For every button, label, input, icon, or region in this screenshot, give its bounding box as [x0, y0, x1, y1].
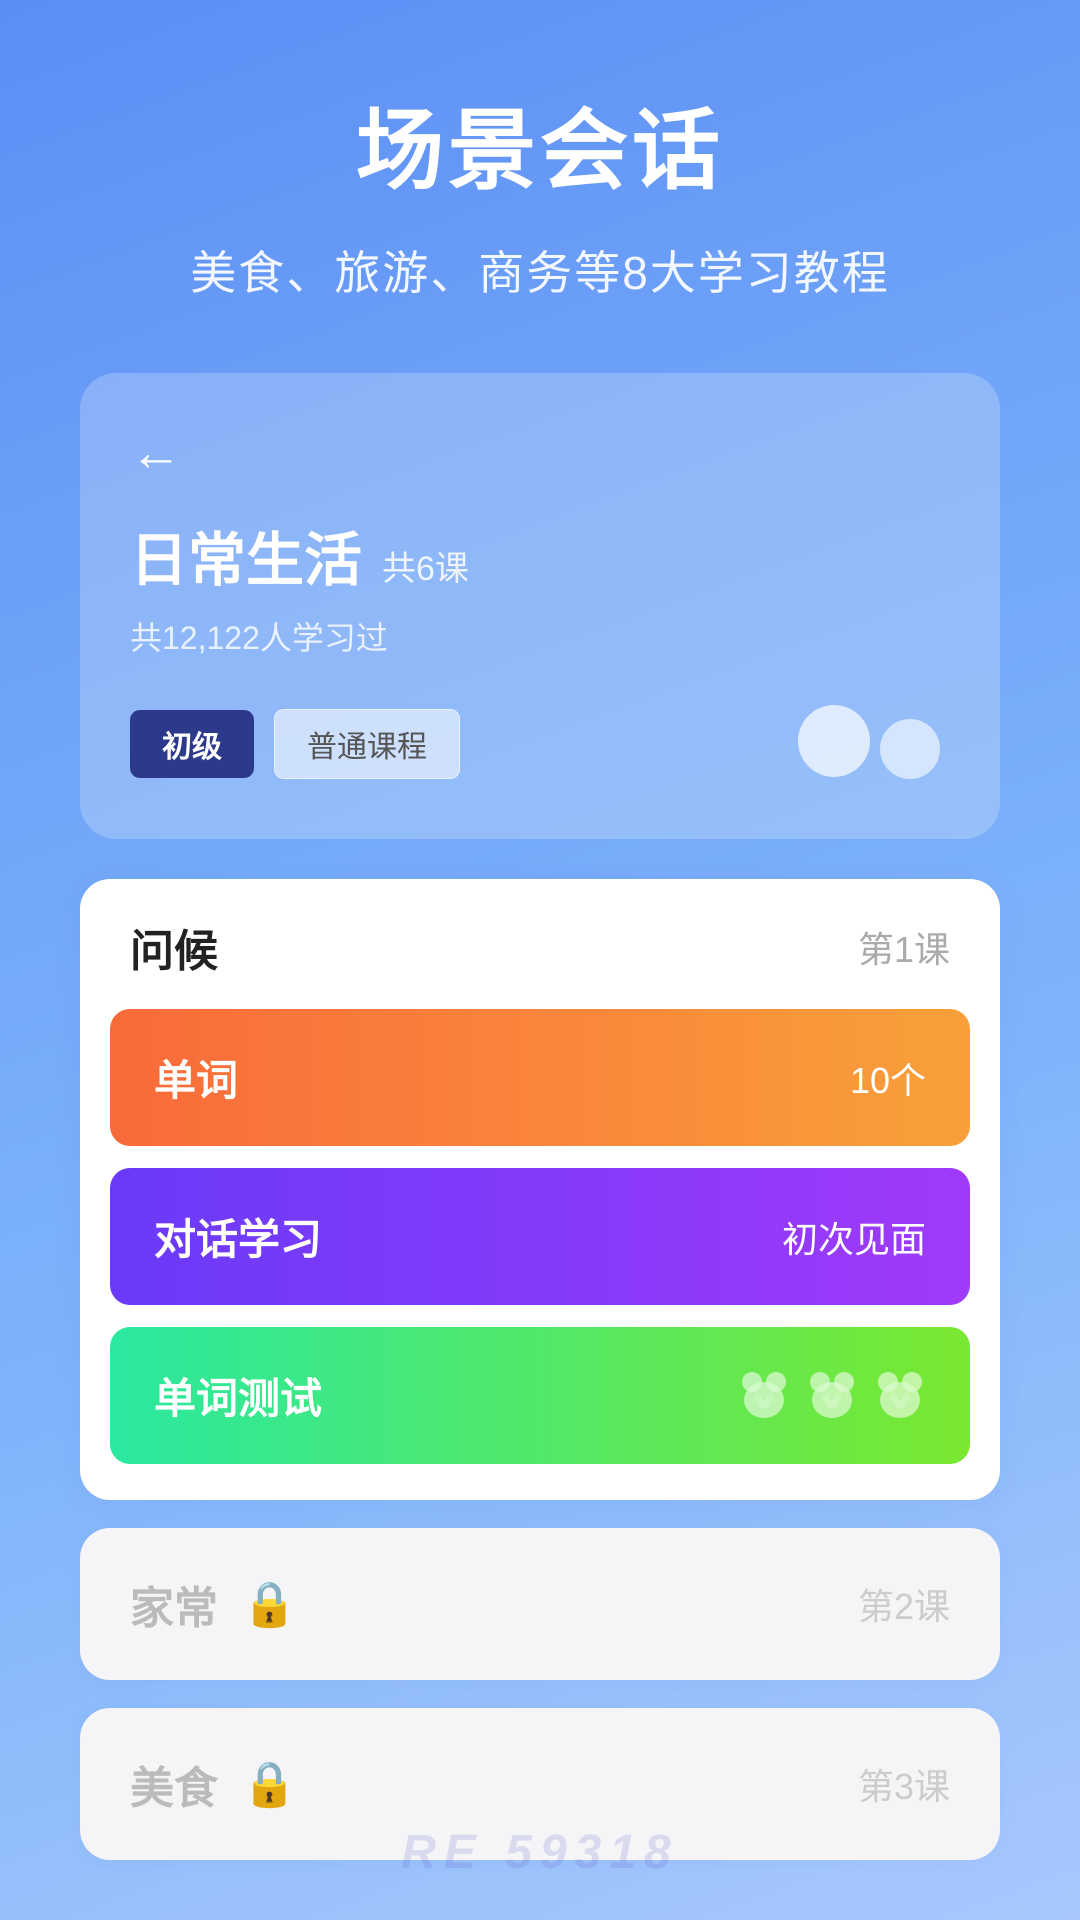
lesson-2-title: 家常: [130, 1572, 218, 1636]
header: 场景会话 美食、旅游、商务等8大学习教程: [0, 0, 1080, 323]
avatar-decoration: [798, 705, 940, 779]
course-info-card: ← 日常生活 共6课 共12,122人学习过 初级 普通课程: [80, 373, 1000, 839]
lesson-1-title: 问候: [130, 915, 218, 979]
course-name: 日常生活: [130, 513, 362, 597]
bear-icon-3: [874, 1370, 926, 1422]
lesson-card-2[interactable]: 家常 🔒 第2课: [80, 1528, 1000, 1680]
avatar-circle-1: [798, 705, 870, 777]
lesson-3-left: 美食 🔒: [130, 1752, 297, 1816]
lesson-card-1: 问候 第1课 单词 10个 对话学习 初次见面 单词测试: [80, 879, 1000, 1500]
course-title-row: 日常生活 共6课: [130, 513, 950, 597]
lesson-1-vocab-item[interactable]: 单词 10个: [110, 1009, 970, 1146]
dialogue-value: 初次见面: [782, 1211, 926, 1263]
page-wrapper: 场景会话 美食、旅游、商务等8大学习教程 ← 日常生活 共6课 共12,122人…: [0, 0, 1080, 1920]
lesson-card-3[interactable]: 美食 🔒 第3课: [80, 1708, 1000, 1860]
lesson-1-dialogue-item[interactable]: 对话学习 初次见面: [110, 1168, 970, 1305]
course-learners: 共12,122人学习过: [130, 613, 950, 659]
lesson-1-header: 问候 第1课: [80, 879, 1000, 1009]
vocab-label: 单词: [154, 1047, 238, 1108]
lesson-3-title: 美食: [130, 1752, 218, 1816]
lesson-1-items: 单词 10个 对话学习 初次见面 单词测试: [80, 1009, 1000, 1500]
vocab-value: 10个: [850, 1052, 926, 1104]
badge-type[interactable]: 普通课程: [274, 709, 460, 779]
lock-icon-2: 🔒: [242, 1578, 297, 1630]
badge-level[interactable]: 初级: [130, 710, 254, 778]
bear-icons: [738, 1370, 926, 1422]
bear-icon-2: [806, 1370, 858, 1422]
lesson-2-number: 第2课: [858, 1578, 950, 1630]
back-button[interactable]: ←: [130, 423, 182, 483]
bear-icon-1: [738, 1370, 790, 1422]
lesson-1-test-item[interactable]: 单词测试: [110, 1327, 970, 1464]
test-label: 单词测试: [154, 1365, 322, 1426]
page-title: 场景会话: [0, 80, 1080, 207]
lesson-1-number: 第1课: [858, 921, 950, 973]
lesson-3-number: 第3课: [858, 1758, 950, 1810]
course-count: 共6课: [382, 541, 469, 590]
dialogue-label: 对话学习: [154, 1206, 322, 1267]
lesson-2-left: 家常 🔒: [130, 1572, 297, 1636]
avatar-circle-2: [880, 719, 940, 779]
page-subtitle: 美食、旅游、商务等8大学习教程: [0, 237, 1080, 303]
lock-icon-3: 🔒: [242, 1758, 297, 1810]
lessons-list: 问候 第1课 单词 10个 对话学习 初次见面 单词测试: [80, 879, 1000, 1920]
